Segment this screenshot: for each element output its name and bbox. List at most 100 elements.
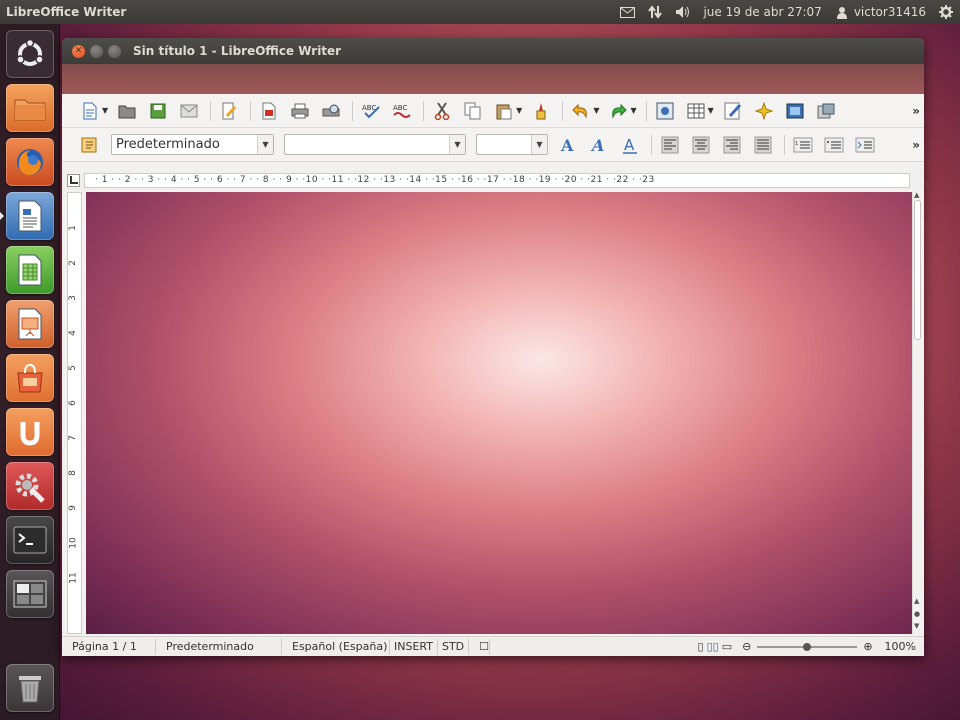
styles-formatting-icon[interactable]: [80, 135, 100, 155]
numbering-icon[interactable]: 1: [793, 135, 813, 155]
firefox-icon: [17, 149, 43, 175]
edit-file-icon[interactable]: [219, 101, 239, 121]
toolbar-overflow-button[interactable]: »: [912, 138, 920, 152]
undo-dropdown-arrow[interactable]: ▼: [593, 106, 599, 115]
redo-icon[interactable]: [608, 101, 628, 121]
bullets-icon[interactable]: [824, 135, 844, 155]
indent-icon[interactable]: [855, 135, 875, 155]
page-style-indicator[interactable]: Predeterminado: [156, 638, 282, 655]
chevron-down-icon[interactable]: ▼: [257, 135, 273, 154]
new-document-icon[interactable]: [80, 101, 100, 121]
clock[interactable]: jue 19 de abr 27:07: [703, 5, 821, 19]
toolbar-separator: [645, 100, 647, 121]
next-page-icon[interactable]: ▼: [914, 622, 919, 630]
print-preview-icon[interactable]: [321, 101, 341, 121]
data-sources-icon[interactable]: [816, 101, 836, 121]
chevron-down-icon[interactable]: ▼: [449, 135, 465, 154]
paste-dropdown-arrow[interactable]: ▼: [516, 106, 522, 115]
new-dropdown-arrow[interactable]: ▼: [102, 106, 108, 115]
insert-image-icon[interactable]: [723, 101, 743, 121]
spellcheck-icon[interactable]: ABC: [361, 101, 381, 121]
launcher-trash[interactable]: [6, 664, 54, 712]
network-icon[interactable]: [647, 5, 663, 19]
launcher-dash-home[interactable]: [6, 30, 54, 78]
settings-gear-icon[interactable]: [938, 5, 954, 19]
volume-icon[interactable]: [675, 5, 691, 19]
scrollbar-thumb[interactable]: [914, 200, 921, 340]
tab-stop-selector[interactable]: [67, 174, 80, 187]
username: victor31416: [853, 5, 926, 19]
window-titlebar[interactable]: ✕ Sin título 1 - LibreOffice Writer: [62, 38, 924, 64]
zoom-slider[interactable]: [757, 642, 858, 651]
align-right-icon[interactable]: [722, 135, 742, 155]
font-size-combo[interactable]: ▼: [476, 134, 548, 155]
book-view-icon[interactable]: ▭: [722, 640, 732, 653]
zoom-out-icon[interactable]: ⊖: [742, 640, 751, 653]
v-ruler-mark: 11: [68, 572, 79, 584]
launcher-system-settings[interactable]: [6, 462, 54, 510]
italic-icon[interactable]: A: [589, 135, 609, 155]
launcher-terminal[interactable]: [6, 516, 54, 564]
paragraph-style-combo[interactable]: Predeterminado ▼: [111, 134, 274, 155]
gallery-icon[interactable]: [785, 101, 805, 121]
copy-icon[interactable]: [463, 101, 483, 121]
save-icon[interactable]: [148, 101, 168, 121]
table-dropdown-arrow[interactable]: ▼: [708, 106, 714, 115]
align-center-icon[interactable]: [691, 135, 711, 155]
zoom-in-icon[interactable]: ⊕: [863, 640, 872, 653]
launcher-ubuntu-one[interactable]: [6, 408, 54, 456]
previous-page-icon[interactable]: ▲: [914, 597, 919, 605]
undo-icon[interactable]: [571, 101, 591, 121]
chevron-down-icon[interactable]: ▼: [531, 135, 547, 154]
clone-formatting-icon[interactable]: [531, 101, 551, 121]
vertical-ruler[interactable]: 1 2 3 4 5 6 7 8 9 10 11: [67, 192, 82, 634]
user-menu[interactable]: victor31416: [834, 5, 926, 19]
table-icon[interactable]: [686, 101, 706, 121]
minimize-button[interactable]: [90, 44, 103, 58]
export-pdf-icon[interactable]: [259, 101, 279, 121]
language-indicator[interactable]: Español (España): [282, 638, 390, 655]
vertical-scrollbar[interactable]: ▲ ▲ ● ▼: [912, 191, 922, 634]
bold-icon[interactable]: A: [558, 135, 578, 155]
align-left-icon[interactable]: [660, 135, 680, 155]
zoom-slider-thumb[interactable]: [803, 642, 812, 651]
font-name-combo[interactable]: ▼: [284, 134, 466, 155]
mail-icon[interactable]: [619, 5, 635, 19]
print-icon[interactable]: [290, 101, 310, 121]
email-document-icon[interactable]: [179, 101, 199, 121]
insert-mode-indicator[interactable]: INSERT: [390, 638, 438, 655]
navigation-icon[interactable]: ●: [914, 610, 920, 618]
zoom-level[interactable]: 100%: [885, 640, 916, 653]
launcher-firefox[interactable]: [6, 138, 54, 186]
launcher-libreoffice-calc[interactable]: [6, 246, 54, 294]
svg-text:A: A: [590, 136, 604, 154]
draw-functions-icon[interactable]: [754, 101, 774, 121]
toolbar-separator: [352, 100, 354, 121]
launcher-software-center[interactable]: [6, 354, 54, 402]
redo-dropdown-arrow[interactable]: ▼: [630, 106, 636, 115]
launcher-libreoffice-impress[interactable]: [6, 300, 54, 348]
selection-mode-indicator[interactable]: STD: [438, 638, 470, 655]
paste-icon[interactable]: [494, 101, 514, 121]
multi-page-view-icon[interactable]: ▯▯: [707, 640, 719, 653]
maximize-button[interactable]: [108, 44, 121, 58]
launcher-libreoffice-writer[interactable]: [6, 192, 54, 240]
scroll-up-icon[interactable]: ▲: [914, 191, 919, 199]
close-button[interactable]: ✕: [72, 44, 85, 58]
toolbar-overflow-button[interactable]: »: [912, 104, 920, 118]
horizontal-ruler-row: · 1 · · 2 · · 3 · · 4 · · 5 · · 6 · · 7 …: [62, 170, 924, 190]
underline-icon[interactable]: A: [620, 135, 640, 155]
launcher-home-folder[interactable]: [6, 84, 54, 132]
open-folder-icon[interactable]: [117, 101, 137, 121]
single-page-view-icon[interactable]: ▯: [698, 640, 704, 653]
cut-icon[interactable]: [432, 101, 452, 121]
navigator-icon[interactable]: [655, 101, 675, 121]
page-indicator[interactable]: Página 1 / 1: [62, 638, 156, 655]
document-canvas[interactable]: [86, 192, 912, 634]
writer-window: ✕ Sin título 1 - LibreOffice Writer ▼ AB…: [62, 38, 924, 656]
toolbar-separator: [423, 100, 425, 121]
launcher-workspace-switcher[interactable]: [6, 570, 54, 618]
autospellcheck-icon[interactable]: ABC: [392, 101, 412, 121]
justify-icon[interactable]: [753, 135, 773, 155]
horizontal-ruler[interactable]: · 1 · · 2 · · 3 · · 4 · · 5 · · 6 · · 7 …: [84, 173, 910, 188]
